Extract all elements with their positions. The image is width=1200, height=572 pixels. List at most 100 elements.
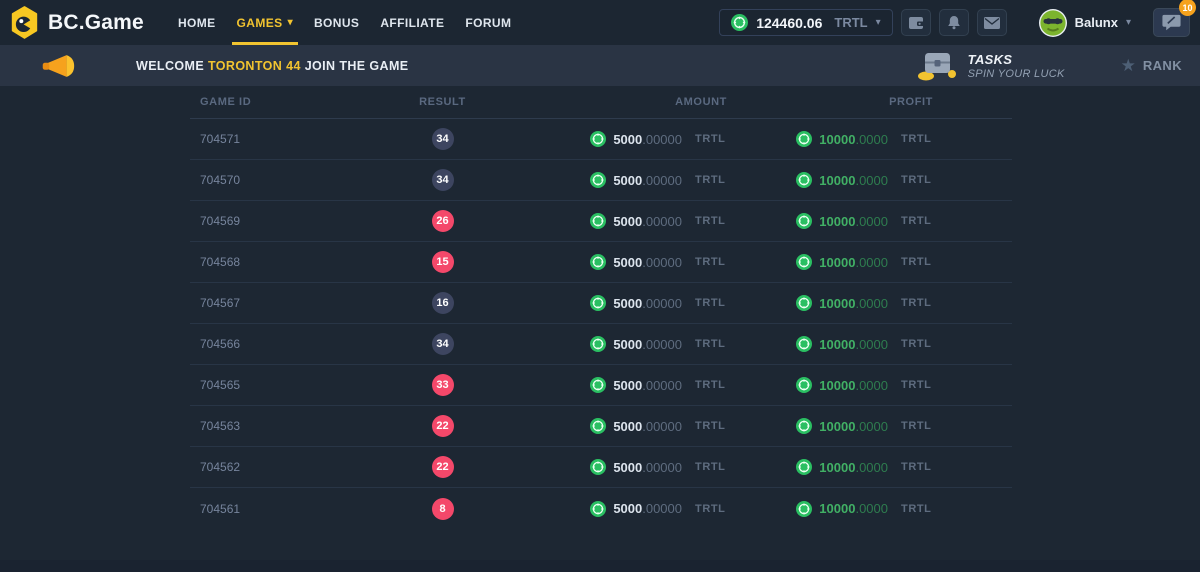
- table-row: 704570 34 5000.00000 TRTL 10000.0000 TRT…: [190, 160, 1012, 201]
- welcome-suffix: JOIN THE GAME: [305, 59, 409, 73]
- table-row: 704563 22 5000.00000 TRTL 10000.0000 TRT…: [190, 406, 1012, 447]
- currency-label: TRTL: [695, 215, 727, 227]
- game-id: 704563: [200, 419, 240, 433]
- tasks-widget[interactable]: TASKS SPIN YOUR LUCK: [916, 50, 1065, 82]
- amount-value: 5000.00000: [613, 419, 682, 434]
- currency-label: TRTL: [695, 256, 727, 268]
- amount-value: 5000.00000: [613, 214, 682, 229]
- balance-currency: TRTL: [834, 15, 867, 30]
- result-badge: 16: [432, 292, 454, 314]
- chat-icon: [1162, 14, 1181, 31]
- trtl-coin-icon: [796, 254, 812, 270]
- game-id-cell: 704562: [190, 458, 360, 476]
- amount-value: 5000.00000: [613, 460, 682, 475]
- notifications-button[interactable]: [939, 9, 969, 36]
- profit-value: 10000.0000: [819, 501, 888, 516]
- trtl-coin-icon: [796, 213, 812, 229]
- amount-cell: 5000.00000 TRTL: [525, 336, 727, 352]
- result-cell: 34: [360, 333, 525, 355]
- header-amount: AMOUNT: [525, 96, 727, 108]
- wallet-button[interactable]: [901, 9, 931, 36]
- profit-value: 10000.0000: [819, 214, 888, 229]
- game-id-cell: 704570: [190, 171, 360, 189]
- treasure-chest-icon: [916, 50, 958, 82]
- avatar: [1039, 9, 1067, 37]
- nav-item-label: FORUM: [465, 16, 511, 30]
- currency-label: TRTL: [901, 379, 933, 391]
- profit-value: 10000.0000: [819, 173, 888, 188]
- result-cell: 22: [360, 415, 525, 437]
- tasks-text: TASKS SPIN YOUR LUCK: [968, 52, 1065, 80]
- amount-cell: 5000.00000 TRTL: [525, 213, 727, 229]
- trtl-coin-icon: [796, 172, 812, 188]
- amount-cell: 5000.00000 TRTL: [525, 295, 727, 311]
- bcgame-logo-icon: [10, 6, 39, 39]
- nav-item-forum[interactable]: FORUM: [465, 0, 511, 45]
- profit-value: 10000.0000: [819, 378, 888, 393]
- result-cell: 34: [360, 128, 525, 150]
- amount-cell: 5000.00000 TRTL: [525, 172, 727, 188]
- currency-label: TRTL: [901, 503, 933, 515]
- table-row: 704571 34 5000.00000 TRTL 10000.0000 TRT…: [190, 119, 1012, 160]
- amount-cell: 5000.00000 TRTL: [525, 377, 727, 393]
- trtl-coin-icon: [590, 459, 606, 475]
- currency-label: TRTL: [901, 461, 933, 473]
- game-id: 704562: [200, 460, 240, 474]
- wallet-icon: [908, 16, 924, 30]
- nav-right: 124460.06 TRTL ▾: [719, 8, 1190, 37]
- nav-item-home[interactable]: HOME: [178, 0, 216, 45]
- game-id: 704568: [200, 255, 240, 269]
- top-nav: BC.Game HOME GAMES▾ BONUS AFFILIATE FORUM 12…: [0, 0, 1200, 45]
- rank-widget[interactable]: ★ RANK: [1121, 57, 1182, 74]
- profit-value: 10000.0000: [819, 419, 888, 434]
- table-row: 704566 34 5000.00000 TRTL 10000.0000 TRT…: [190, 324, 1012, 365]
- game-history-table: GAME ID RESULT AMOUNT PROFIT 704571 34 5…: [190, 86, 1012, 529]
- game-id: 704566: [200, 337, 240, 351]
- nav-item-label: AFFILIATE: [380, 16, 444, 30]
- nav-item-bonus[interactable]: BONUS: [314, 0, 359, 45]
- result-badge: 15: [432, 251, 454, 273]
- trtl-coin-icon: [796, 295, 812, 311]
- logo[interactable]: BC.Game: [10, 6, 144, 39]
- amount-cell: 5000.00000 TRTL: [525, 131, 727, 147]
- amount-cell: 5000.00000 TRTL: [525, 418, 727, 434]
- nav-item-affiliate[interactable]: AFFILIATE: [380, 0, 444, 45]
- header-game-id: GAME ID: [190, 96, 360, 108]
- table-row: 704568 15 5000.00000 TRTL 10000.0000 TRT…: [190, 242, 1012, 283]
- result-cell: 33: [360, 374, 525, 396]
- game-id: 704570: [200, 173, 240, 187]
- result-cell: 26: [360, 210, 525, 232]
- currency-label: TRTL: [901, 420, 933, 432]
- welcome-message: WELCOME TORONTON 44 JOIN THE GAME: [136, 59, 409, 73]
- table-row: 704569 26 5000.00000 TRTL 10000.0000 TRT…: [190, 201, 1012, 242]
- amount-value: 5000.00000: [613, 255, 682, 270]
- mail-button[interactable]: [977, 9, 1007, 36]
- game-id-cell: 704563: [190, 417, 360, 435]
- game-id-cell: 704569: [190, 212, 360, 230]
- trtl-coin-icon: [796, 377, 812, 393]
- profit-cell: 10000.0000 TRTL: [727, 336, 933, 352]
- nav-item-label: HOME: [178, 16, 216, 30]
- profit-value: 10000.0000: [819, 132, 888, 147]
- amount-cell: 5000.00000 TRTL: [525, 254, 727, 270]
- game-id-cell: 704566: [190, 335, 360, 353]
- nav-item-games[interactable]: GAMES▾: [237, 0, 293, 45]
- table-row: 704565 33 5000.00000 TRTL 10000.0000 TRT…: [190, 365, 1012, 406]
- trtl-coin-icon: [731, 14, 748, 31]
- balance-selector[interactable]: 124460.06 TRTL ▾: [719, 9, 892, 36]
- currency-label: TRTL: [695, 379, 727, 391]
- profit-cell: 10000.0000 TRTL: [727, 377, 933, 393]
- user-menu[interactable]: Balunx ▾: [1039, 9, 1131, 37]
- result-badge: 33: [432, 374, 454, 396]
- profit-cell: 10000.0000 TRTL: [727, 418, 933, 434]
- trtl-coin-icon: [590, 131, 606, 147]
- currency-label: TRTL: [901, 297, 933, 309]
- main-content: GAME ID RESULT AMOUNT PROFIT 704571 34 5…: [0, 86, 1200, 529]
- result-badge: 22: [432, 415, 454, 437]
- chat-button[interactable]: 10: [1153, 8, 1190, 37]
- result-badge: 34: [432, 333, 454, 355]
- game-id: 704569: [200, 214, 240, 228]
- chat-badge: 10: [1179, 0, 1196, 16]
- profit-cell: 10000.0000 TRTL: [727, 459, 933, 475]
- star-icon: ★: [1121, 57, 1136, 74]
